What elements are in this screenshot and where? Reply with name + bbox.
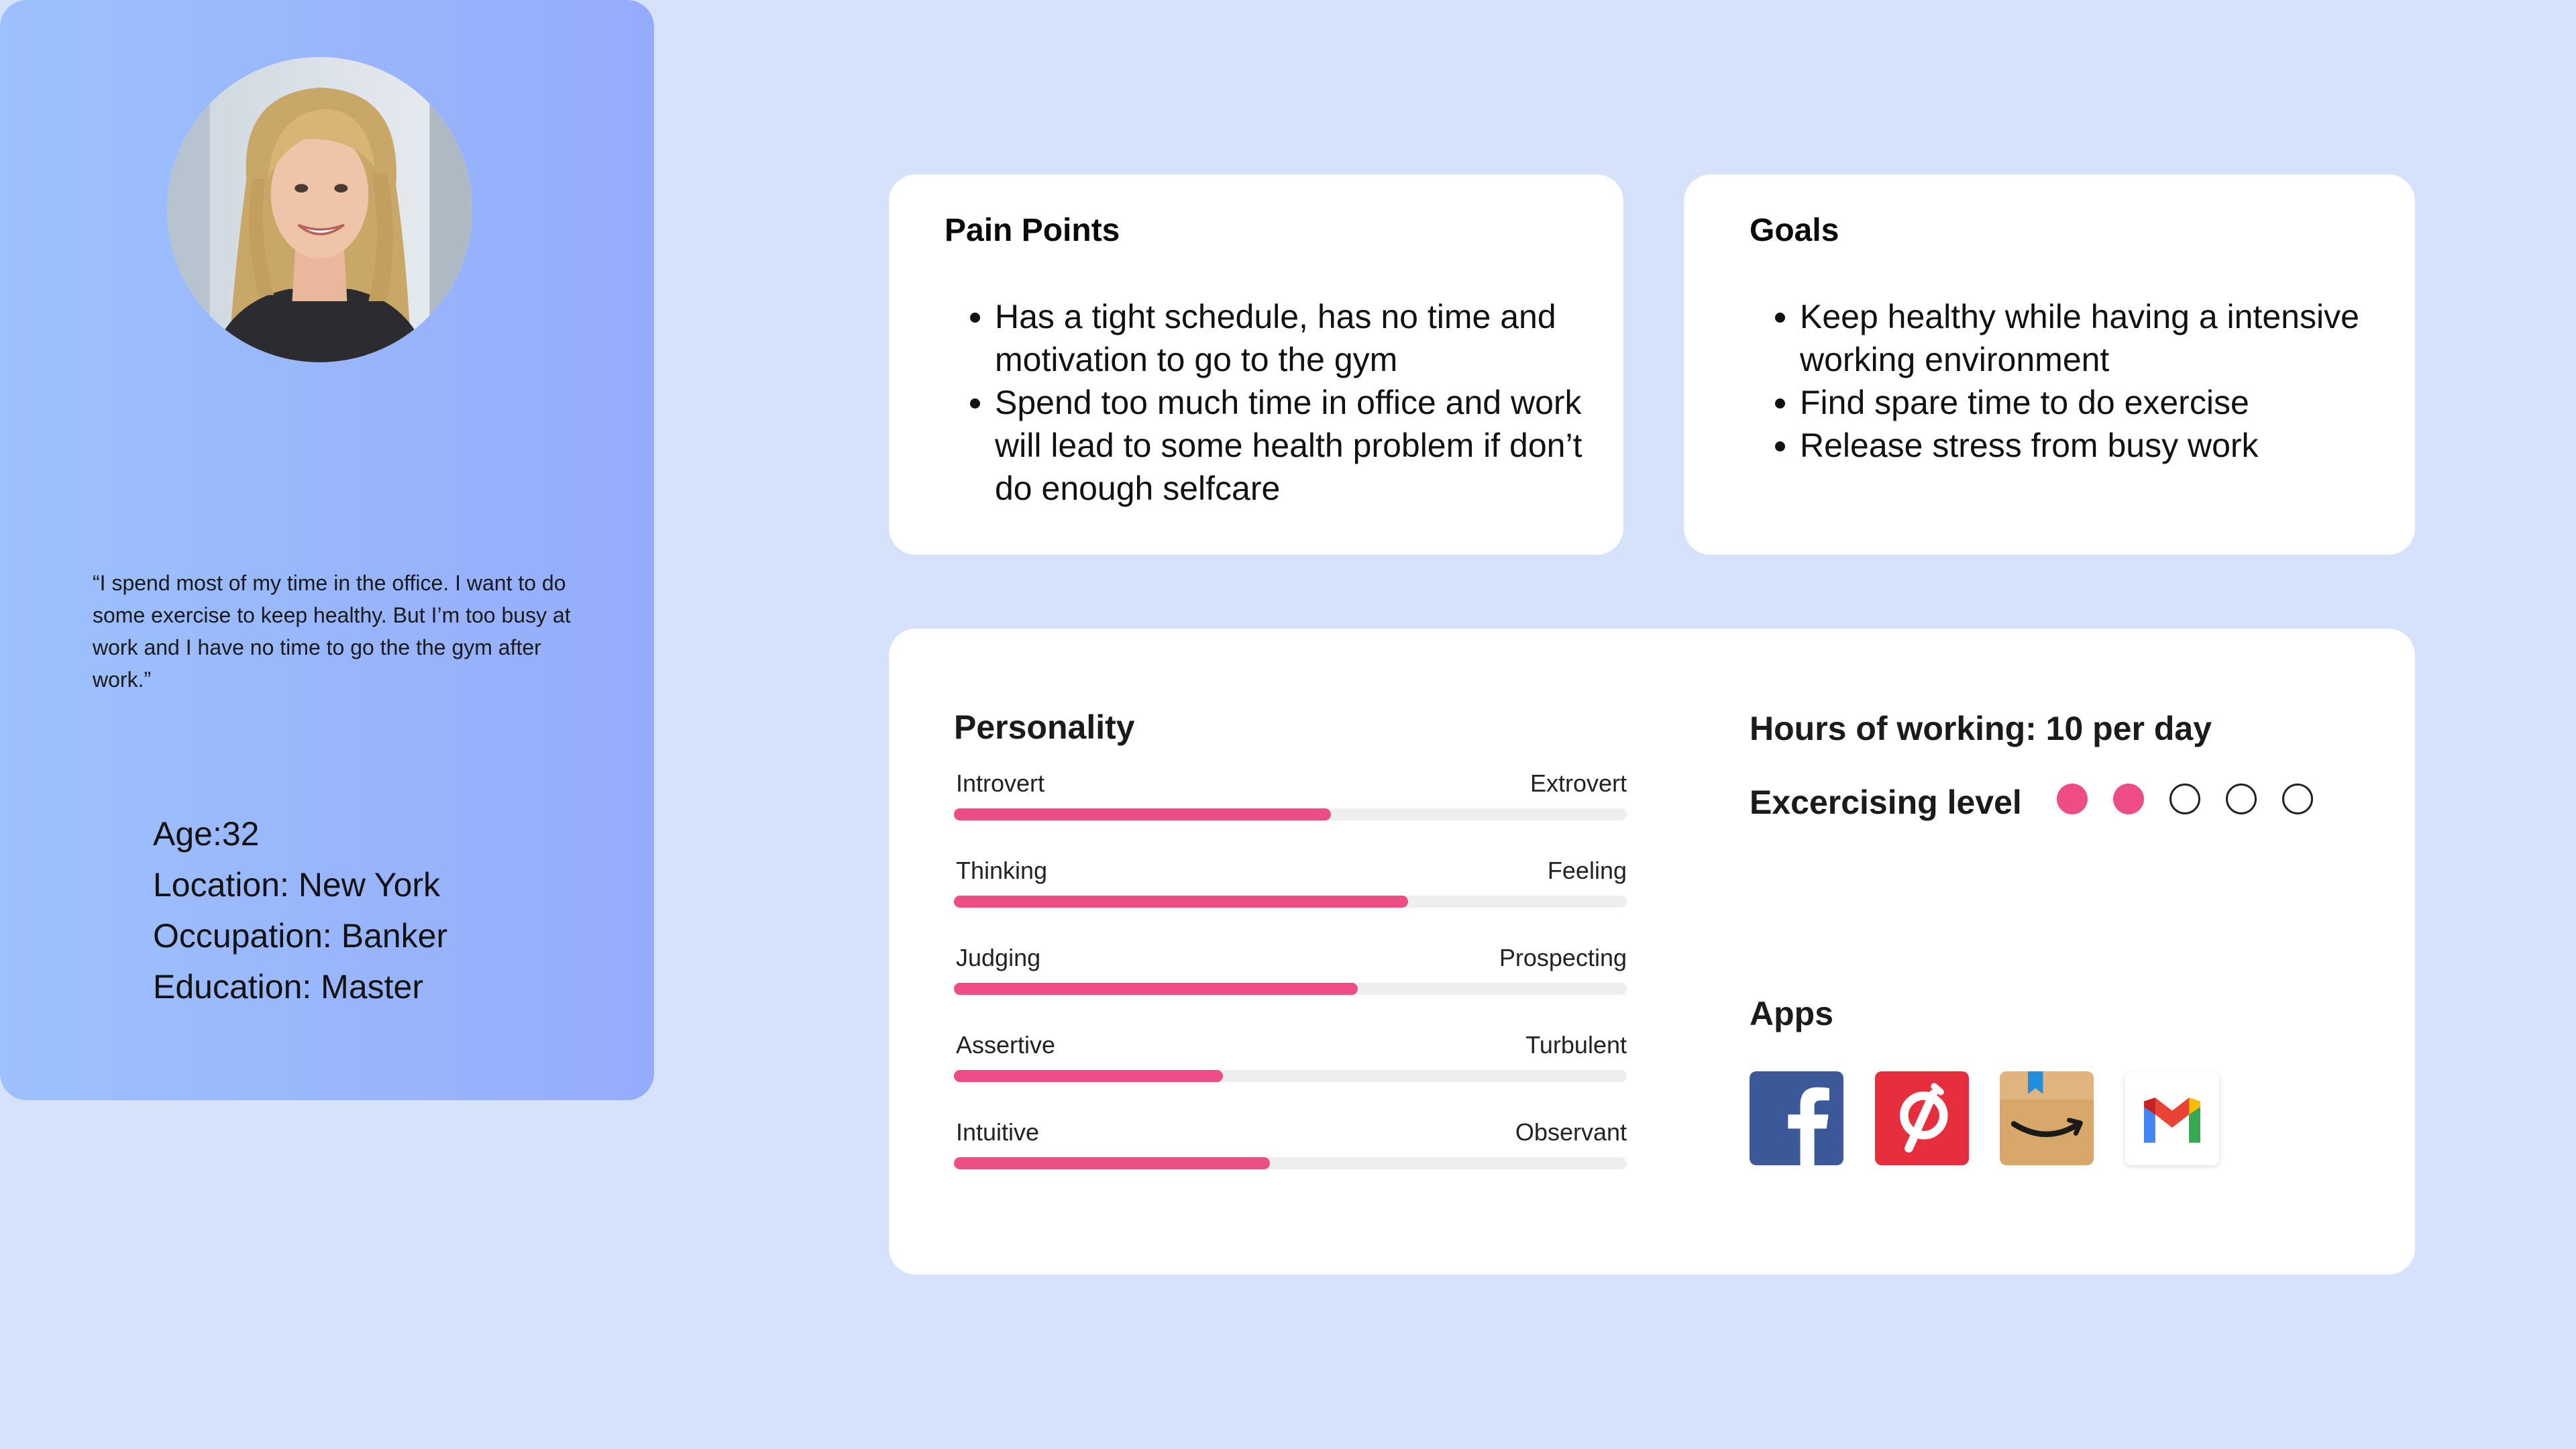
rating-dot	[2226, 784, 2257, 814]
goals-title: Goals	[1750, 213, 1839, 248]
trait-track	[954, 808, 1627, 820]
exercising-level-label: Excercising level	[1750, 784, 2022, 821]
pain-points-title: Pain Points	[945, 213, 1120, 248]
personality-title: Personality	[954, 708, 1135, 746]
goals-list: Keep healthy while having a intensive wo…	[1750, 295, 2437, 467]
trait-right-label: Turbulent	[1525, 1031, 1627, 1059]
trait-track	[954, 983, 1627, 995]
trait-left-label: Thinking	[956, 857, 1048, 884]
persona-facts: Age:32 Location: New York Occupation: Ba…	[153, 808, 447, 1012]
list-item: Spend too much time in office and work w…	[995, 381, 1625, 510]
fact-location: Location: New York	[153, 866, 441, 904]
persona-avatar	[167, 57, 472, 362]
rating-dot	[2057, 784, 2088, 814]
rating-dot	[2113, 784, 2144, 814]
fact-occupation: Occupation: Banker	[153, 917, 448, 955]
personality-card: Personality Introvert Extrovert Thinking…	[889, 629, 2415, 1275]
persona-profile-card: Sara “I spend most of my time in the off…	[0, 0, 1360, 1100]
fact-age: Age:32	[153, 815, 260, 853]
amazon-icon[interactable]	[2000, 1071, 2094, 1165]
trait-right-label: Observant	[1515, 1118, 1627, 1146]
hours-of-working: Hours of working: 10 per day	[1750, 710, 2212, 747]
pain-points-list: Has a tight schedule, has no time and mo…	[945, 295, 1625, 510]
trait-left-label: Introvert	[956, 769, 1045, 797]
trait-track	[954, 896, 1627, 908]
list-item: Has a tight schedule, has no time and mo…	[995, 295, 1625, 381]
peloton-icon[interactable]	[1875, 1071, 1969, 1165]
trait-fill	[954, 983, 1358, 995]
trait-right-label: Extrovert	[1529, 769, 1627, 797]
trait-slider-0: Introvert Extrovert	[954, 769, 1627, 823]
trait-fill	[954, 896, 1409, 908]
rating-dot	[2282, 784, 2313, 814]
trait-slider-3: Assertive Turbulent	[954, 1031, 1627, 1085]
trait-right-label: Prospecting	[1499, 944, 1627, 971]
trait-track	[954, 1157, 1627, 1169]
persona-quote: “I spend most of my time in the office. …	[93, 571, 571, 692]
trait-right-label: Feeling	[1547, 857, 1627, 884]
trait-left-label: Assertive	[956, 1031, 1056, 1059]
trait-track	[954, 1070, 1627, 1082]
apps-title: Apps	[1750, 995, 1833, 1032]
list-item: Find spare time to do exercise	[1800, 381, 2437, 424]
trait-fill	[954, 808, 1331, 820]
pain-points-card: Pain Points Has a tight schedule, has no…	[889, 174, 1623, 555]
trait-fill	[954, 1157, 1271, 1169]
trait-left-label: Judging	[956, 944, 1041, 971]
gmail-icon[interactable]	[2125, 1071, 2219, 1165]
fact-education: Education: Master	[153, 968, 423, 1006]
trait-slider-1: Thinking Feeling	[954, 857, 1627, 910]
trait-left-label: Intuitive	[956, 1118, 1040, 1146]
facebook-icon[interactable]	[1750, 1071, 1843, 1165]
trait-slider-2: Judging Prospecting	[954, 944, 1627, 998]
list-item: Release stress from busy work	[1800, 424, 2437, 467]
list-item: Keep healthy while having a intensive wo…	[1800, 295, 2437, 381]
rating-dot	[2169, 784, 2200, 814]
trait-fill	[954, 1070, 1224, 1082]
goals-card: Goals Keep healthy while having a intens…	[1684, 174, 2415, 555]
trait-slider-4: Intuitive Observant	[954, 1118, 1627, 1172]
